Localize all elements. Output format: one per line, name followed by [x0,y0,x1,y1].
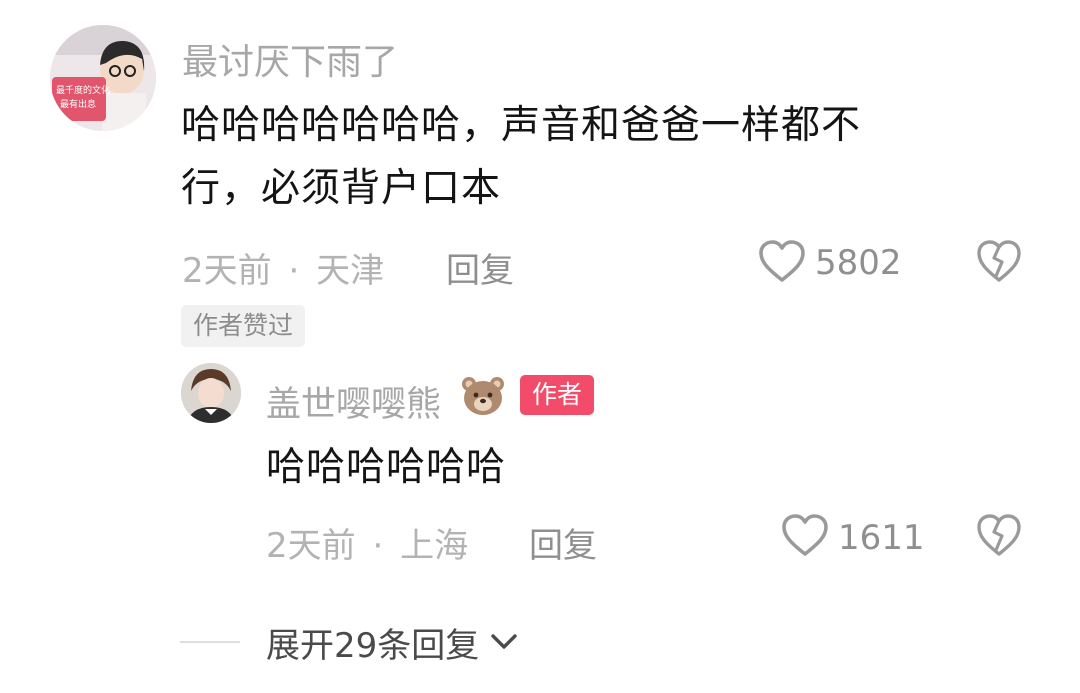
author-liked-badge: 作者赞过 [181,305,306,347]
reply-meta: 2天前 · 上海 [266,518,468,567]
bear-emoji-icon [460,375,506,417]
avatar-image: 最千度的文化 最有出息 [50,25,156,131]
avatar-text-2: 最有出息 [60,98,96,110]
comment-text[interactable]: 哈哈哈哈哈哈哈，声音和爸爸一样都不 行，必须背户口本 [181,94,861,220]
comment-location: 天津 [316,251,385,291]
reply-text[interactable]: 哈哈哈哈哈哈 [266,436,506,499]
reply-avatar[interactable] [181,363,241,423]
broken-heart-icon[interactable] [976,514,1022,558]
reply-location: 上海 [400,526,469,566]
chevron-down-icon [489,630,519,654]
reply-like-count: 1611 [838,518,925,558]
meta-separator: · [372,526,384,566]
reply-avatar-image [181,363,241,423]
author-badge: 作者 [520,375,595,415]
expand-replies-label: 展开29条回复 [266,625,480,666]
avatar[interactable]: 最千度的文化 最有出息 [50,25,156,131]
expand-replies-button[interactable]: 展开29条回复 [266,620,519,666]
heart-outline-icon[interactable] [781,514,829,558]
comment-like-count: 5802 [815,243,902,283]
comment-username[interactable]: 最讨厌下雨了 [182,33,398,85]
meta-separator: · [288,251,300,291]
comment-text-line-2: 行，必须背户口本 [181,166,502,211]
reply-reply-button[interactable]: 回复 [529,518,597,567]
comment-reply-button[interactable]: 回复 [446,243,514,292]
heart-outline-icon[interactable] [758,240,806,284]
comment-meta: 2天前 · 天津 [182,243,384,292]
reply-username[interactable]: 盖世嘤嘤熊 [266,376,441,427]
avatar-text-1: 最千度的文化 [56,84,110,96]
reply-time: 2天前 [266,526,356,566]
broken-heart-icon[interactable] [976,240,1022,284]
comment-text-line-1: 哈哈哈哈哈哈哈，声音和爸爸一样都不 [181,103,862,148]
divider [180,641,240,643]
comment-time: 2天前 [182,251,272,291]
